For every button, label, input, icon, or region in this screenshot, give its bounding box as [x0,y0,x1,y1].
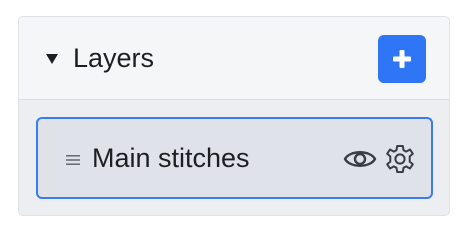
layers-panel-header: Layers [19,17,449,100]
layer-item[interactable]: Main stitches [36,117,433,199]
caret-down-icon[interactable] [44,51,60,67]
gear-icon[interactable] [384,143,416,175]
eye-icon[interactable] [343,147,377,171]
drag-handle-icon[interactable] [66,154,80,166]
layer-name: Main stitches [92,143,250,173]
add-layer-button[interactable] [378,35,426,83]
panel-title: Layers [73,43,155,73]
layers-panel: Layers Main stitches [18,16,450,216]
plus-icon [393,50,411,68]
